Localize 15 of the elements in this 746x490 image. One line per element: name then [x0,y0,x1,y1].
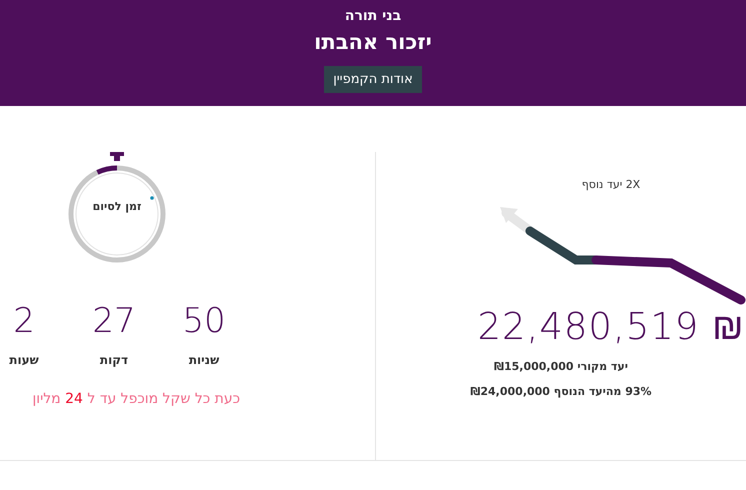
time-left-label: זמן לסיום [92,200,142,213]
goal-text: 93% מהיעד הנוסף ₪24,000,000 [470,385,652,398]
stopwatch-knob-icon [110,152,124,162]
org-name: בני תורה [344,8,402,24]
countdown-unit: שניות [188,353,220,367]
bonus-goal-label: 2X יעד נוסף [582,178,640,191]
countdown-unit: דקות [100,353,128,367]
countdown-number: 2 [13,301,35,341]
countdown-unit: שעות [9,353,39,367]
about-button[interactable]: אודות הקמפיין [324,66,422,93]
countdown-number: 27 [92,301,136,341]
campaign-title: יזכור אהבתו [314,30,432,54]
raised-amount: 22,480,519 ₪ [477,305,745,348]
goal-text: יעד מקורי ₪15,000,000 [494,360,628,373]
countdown-number: 50 [182,301,226,341]
